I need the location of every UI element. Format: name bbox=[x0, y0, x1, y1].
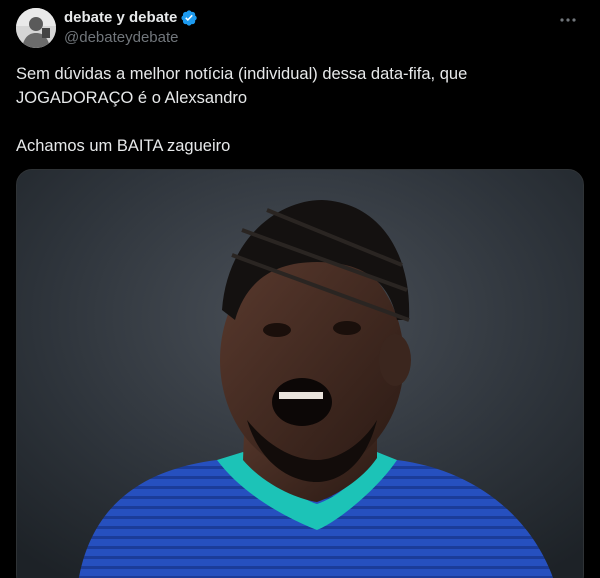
more-horizontal-icon bbox=[560, 18, 576, 22]
tweet-text-line: Achamos um BAITA zagueiro bbox=[16, 137, 231, 155]
name-row: debate y debate bbox=[64, 8, 584, 28]
tweet-media-photo[interactable] bbox=[16, 169, 584, 578]
tweet: debate y debate @debateydebate Sem dúvid… bbox=[0, 0, 600, 578]
author-display-name[interactable]: debate y debate bbox=[64, 8, 177, 28]
avatar-photo-icon bbox=[16, 8, 56, 48]
more-options-button[interactable] bbox=[552, 8, 584, 32]
tweet-text: Sem dúvidas a melhor notícia (individual… bbox=[16, 62, 584, 158]
verified-badge-icon[interactable] bbox=[180, 9, 198, 27]
tweet-text-line: JOGADORAÇO é o Alexsandro bbox=[16, 89, 248, 107]
author-handle[interactable]: @debateydebate bbox=[64, 28, 584, 48]
tweet-header: debate y debate @debateydebate bbox=[64, 8, 584, 48]
author-avatar[interactable] bbox=[16, 8, 56, 48]
tweet-text-line: Sem dúvidas a melhor notícia (individual… bbox=[16, 65, 468, 83]
player-photo-icon bbox=[17, 170, 583, 578]
